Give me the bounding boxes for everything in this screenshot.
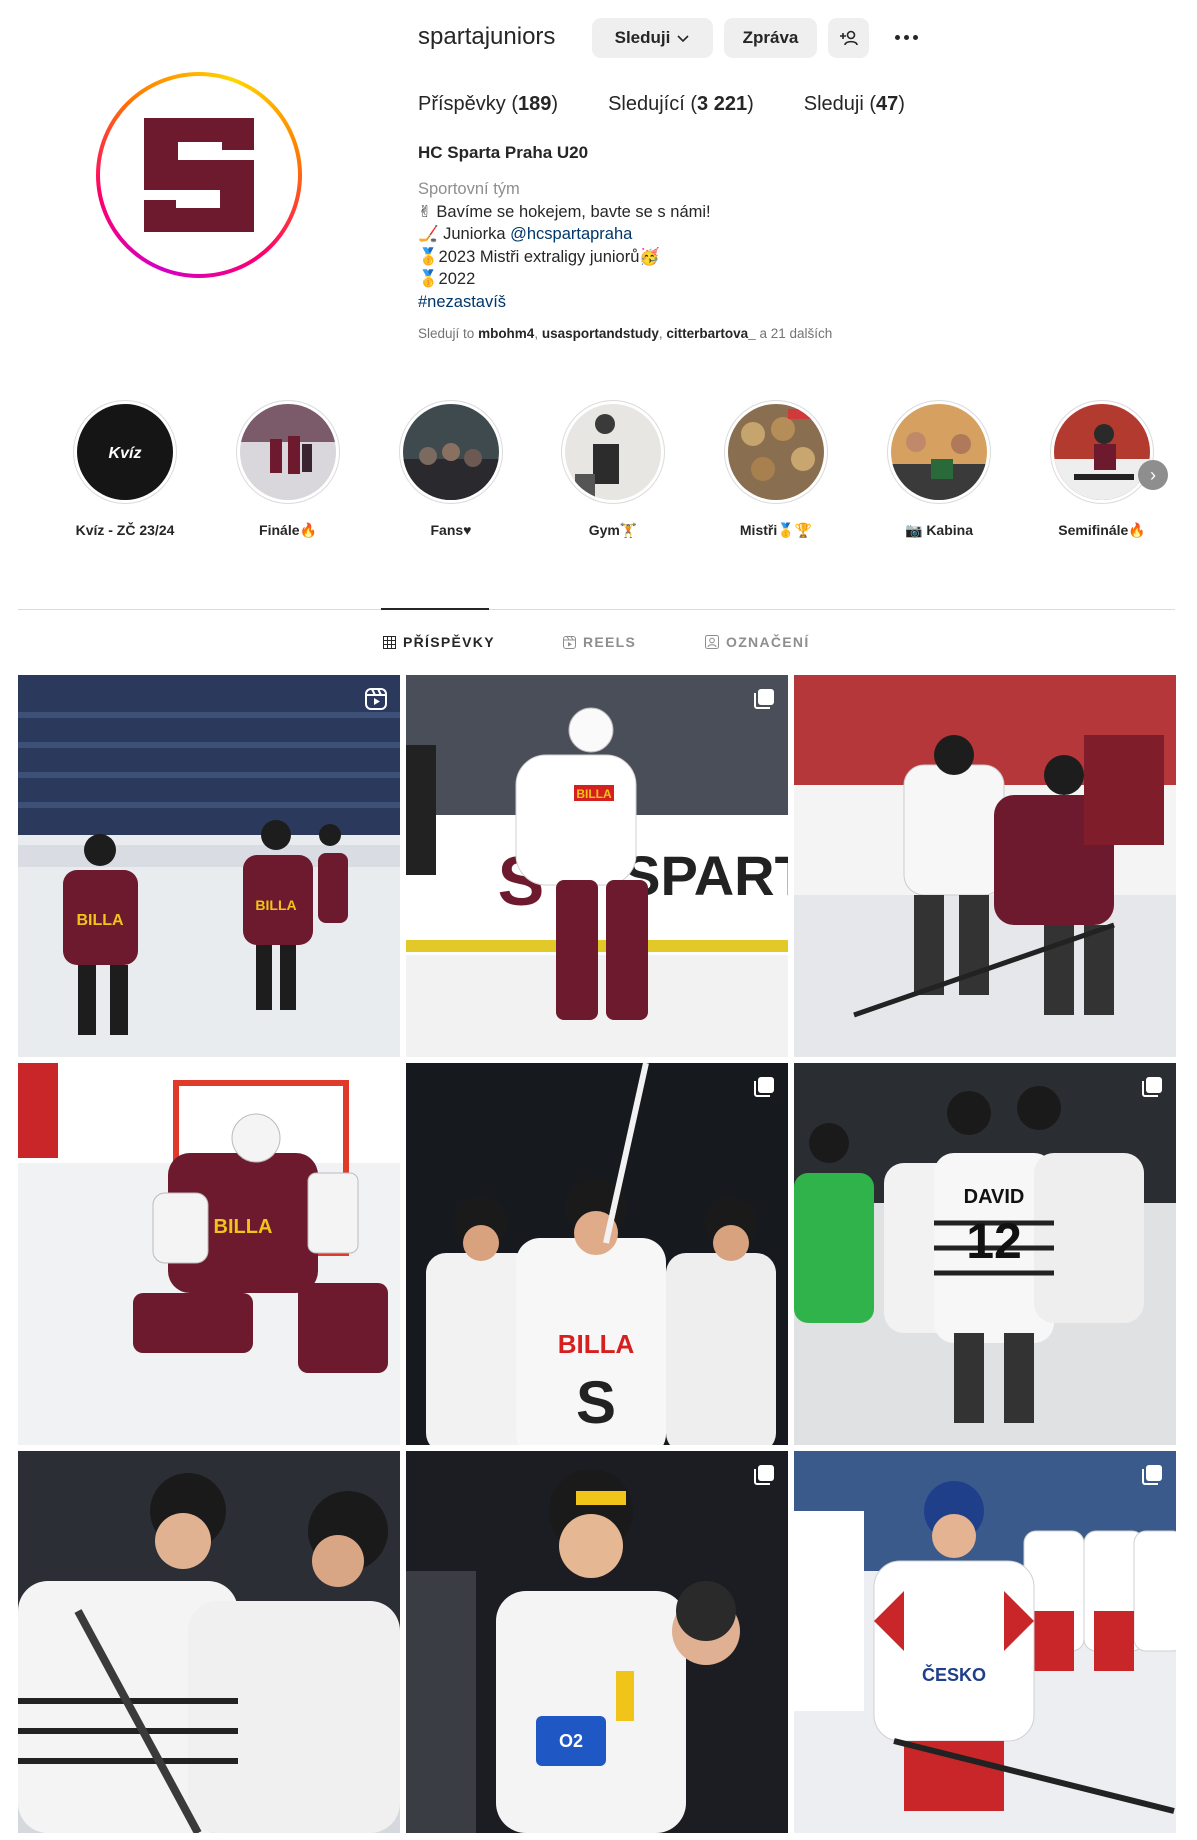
highlight-label: Mistři🥇🏆 <box>739 522 813 538</box>
post-image: O2 <box>406 1451 788 1833</box>
highlight-label: Fans♥ <box>430 522 472 538</box>
highlight-cover-image <box>728 404 824 500</box>
followed-by[interactable]: Sledují to mbohm4, usasportandstudy, cit… <box>418 326 832 341</box>
svg-text:12: 12 <box>966 1213 1022 1269</box>
highlight-cover-image <box>403 404 499 500</box>
posts-count: Příspěvky (189) <box>418 93 559 115</box>
post-thumbnail[interactable]: BILLA <box>18 1063 400 1445</box>
chevron-right-icon[interactable]: › <box>1138 460 1168 490</box>
bio-line-4: 🥇2022 <box>418 270 476 288</box>
svg-text:DAVID: DAVID <box>964 1186 1025 1208</box>
carousel-icon <box>1142 1077 1162 1097</box>
bio-mention-link[interactable]: @hcspartapraha <box>510 225 632 243</box>
post-image <box>18 1451 400 1833</box>
add-user-icon <box>839 30 858 46</box>
suggest-user-button[interactable] <box>828 18 869 58</box>
story-highlights: Kvíz Kvíz - ZČ 23/24 Finále🔥 Fans♥ Gym🏋 … <box>0 400 1197 550</box>
tabs-divider <box>18 609 1175 610</box>
carousel-icon <box>754 1465 774 1485</box>
highlight-label: Finále🔥 <box>259 522 317 538</box>
svg-text:BILLA: BILLA <box>214 1216 273 1238</box>
svg-text:BILLA: BILLA <box>576 787 612 801</box>
highlight-item[interactable]: Kvíz Kvíz - ZČ 23/24 <box>65 400 185 538</box>
profile-avatar-ring[interactable] <box>96 72 302 278</box>
followers-link[interactable]: Sledující (3 221) <box>608 93 754 116</box>
post-thumbnail[interactable] <box>18 1451 400 1833</box>
tab-reels[interactable]: REELS <box>563 634 636 650</box>
bio-line-2: 🏒 Juniorka @hcspartapraha <box>418 225 633 243</box>
reel-icon <box>365 688 387 710</box>
highlight-cover-image: Kvíz <box>77 404 173 500</box>
svg-text:BILLA: BILLA <box>76 912 124 929</box>
highlight-cover-image <box>891 404 987 500</box>
tagged-icon <box>705 635 719 649</box>
highlight-cover-image <box>565 404 661 500</box>
carousel-icon <box>1142 1465 1162 1485</box>
reels-icon <box>563 635 576 649</box>
sparta-logo-icon <box>144 118 254 232</box>
highlight-label: 📷 Kabina <box>905 522 973 538</box>
bio-hashtag-link[interactable]: #nezastavíš <box>418 291 711 314</box>
post-thumbnail[interactable]: DAVID 12 <box>794 1063 1176 1445</box>
bio-line-3: 🥇2023 Mistři extraligy juniorů🥳 <box>418 247 660 266</box>
highlight-item[interactable]: Finále🔥 <box>228 400 348 539</box>
following-button[interactable]: Sleduji <box>592 18 713 58</box>
svg-text:S: S <box>576 1369 616 1436</box>
post-image: BILLA BILLA <box>18 675 400 1057</box>
grid-icon <box>383 635 396 649</box>
post-image: ČESKO <box>794 1451 1176 1833</box>
carousel-icon <box>754 689 774 709</box>
highlight-item[interactable]: 📷 Kabina <box>879 400 999 539</box>
post-thumbnail[interactable] <box>794 675 1176 1057</box>
svg-text:BILLA: BILLA <box>558 1329 635 1359</box>
svg-text:O2: O2 <box>559 1731 583 1751</box>
profile-username: spartajuniors <box>418 23 556 50</box>
bio-line-1: ✌ Bavíme se hokejem, bavte se s námi! <box>418 202 711 221</box>
svg-text:ČESKO: ČESKO <box>922 1664 986 1685</box>
highlight-item[interactable]: Gym🏋 <box>553 400 673 539</box>
following-link[interactable]: Sleduji (47) <box>804 93 905 116</box>
post-image <box>794 675 1176 1057</box>
message-button-label: Zpráva <box>742 28 799 47</box>
tab-tagged[interactable]: OZNAČENÍ <box>705 634 810 650</box>
following-button-label: Sleduji <box>614 28 671 47</box>
highlight-cover-text: Kvíz <box>109 445 142 462</box>
post-image: DAVID 12 <box>794 1063 1176 1445</box>
post-thumbnail[interactable]: O2 <box>406 1451 788 1833</box>
highlight-item[interactable]: Mistři🥇🏆 <box>716 400 836 539</box>
avatar <box>105 81 293 269</box>
highlight-cover-image <box>1054 404 1150 500</box>
post-image: BILLA <box>18 1063 400 1445</box>
profile-stats: Příspěvky (189) Sledující (3 221) Sleduj… <box>418 93 955 116</box>
post-thumbnail[interactable]: S SPART BILLA <box>406 675 788 1057</box>
highlight-cover-image <box>240 404 336 500</box>
message-button[interactable]: Zpráva <box>724 18 817 58</box>
svg-text:BILLA: BILLA <box>255 897 296 913</box>
tab-posts[interactable]: PŘÍSPĚVKY <box>383 634 495 650</box>
chevron-down-icon <box>677 35 689 43</box>
profile-full-name: HC Sparta Praha U20 <box>418 143 589 162</box>
post-image: BILLA S <box>406 1063 788 1445</box>
highlight-label: Gym🏋 <box>588 522 638 538</box>
post-thumbnail[interactable]: BILLA S <box>406 1063 788 1445</box>
post-thumbnail[interactable]: ČESKO <box>794 1451 1176 1833</box>
highlight-item[interactable]: Fans♥ <box>391 400 511 538</box>
highlight-label: Kvíz - ZČ 23/24 <box>75 522 175 538</box>
post-thumbnail[interactable]: BILLA BILLA <box>18 675 400 1057</box>
highlight-label: Semifinále🔥 <box>1058 522 1146 538</box>
profile-bio: Sportovní tým ✌ Bavíme se hokejem, bavte… <box>418 178 711 313</box>
post-image: S SPART BILLA <box>406 675 788 1057</box>
active-tab-indicator <box>381 608 489 610</box>
more-options-icon[interactable] <box>891 25 921 49</box>
carousel-icon <box>754 1077 774 1097</box>
profile-category: Sportovní tým <box>418 180 520 198</box>
